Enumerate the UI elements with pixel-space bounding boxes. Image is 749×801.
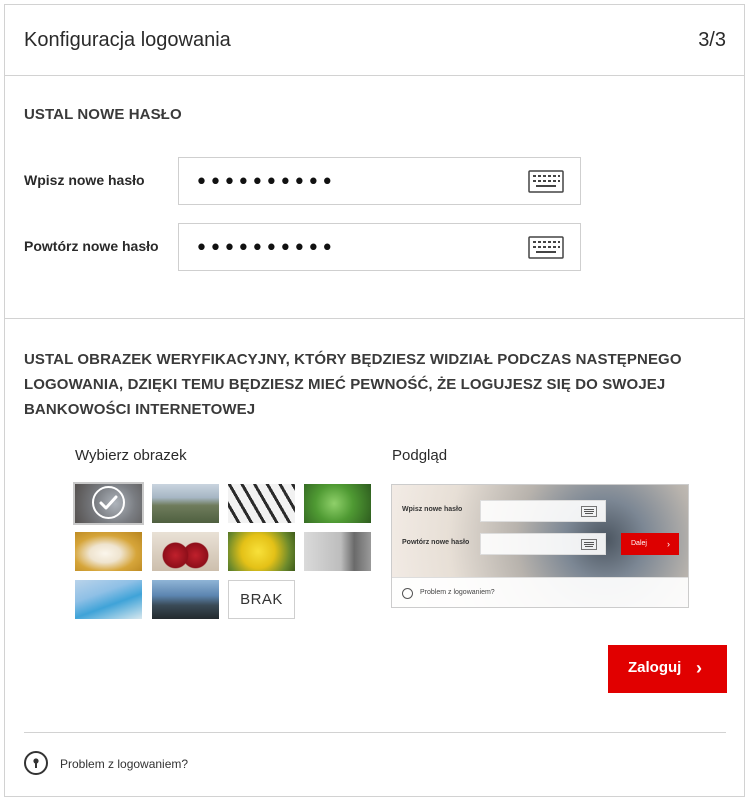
preview-new-password-field: [480, 500, 606, 522]
repeat-password-input[interactable]: [195, 236, 515, 260]
new-password-row: Wpisz nowe hasło: [5, 157, 744, 205]
pick-image-label: Wybierz obrazek: [75, 447, 187, 464]
preview-label: Podgląd: [392, 447, 448, 464]
preview-new-password-label: Wpisz nowe hasło: [402, 506, 463, 513]
repeat-password-field[interactable]: [178, 223, 581, 271]
keyboard-icon[interactable]: [528, 236, 564, 259]
new-password-field[interactable]: [178, 157, 581, 205]
repeat-password-label: Powtórz nowe hasło: [24, 238, 159, 254]
repeat-password-row: Powtórz nowe hasło: [5, 223, 744, 271]
preview-repeat-password-label: Powtórz nowe hasło: [402, 539, 470, 546]
header: Konfiguracja logowania 3/3: [5, 5, 744, 76]
new-password-input[interactable]: [195, 170, 515, 194]
image-option-beach[interactable]: [75, 580, 142, 619]
image-option-coast[interactable]: [152, 580, 219, 619]
new-password-label: Wpisz nowe hasło: [24, 172, 145, 188]
keyboard-icon: [581, 539, 597, 550]
image-option-bicycle[interactable]: [304, 532, 371, 571]
preview-new-password-row: Wpisz nowe hasło: [392, 500, 688, 522]
keyboard-icon[interactable]: [528, 170, 564, 193]
keyhole-icon: [24, 751, 48, 775]
login-button[interactable]: Zaloguj ›: [608, 645, 727, 693]
preview-repeat-password-row: Powtórz nowe hasło Dalej ›: [392, 533, 688, 555]
image-option-mountains[interactable]: [152, 484, 219, 523]
image-option-basil[interactable]: [304, 484, 371, 523]
step-indicator: 3/3: [698, 29, 726, 51]
image-option-bow[interactable]: [75, 532, 142, 571]
image-option-dandelion[interactable]: [73, 482, 144, 525]
preview-footer: Problem z logowaniem?: [392, 577, 688, 607]
divider: [24, 732, 726, 733]
login-button-label: Zaloguj: [628, 659, 682, 676]
password-section: USTAL NOWE HASŁO Wpisz nowe hasło Powtór…: [5, 77, 744, 319]
chevron-right-icon: ›: [667, 539, 670, 549]
page-title: Konfiguracja logowania: [24, 29, 231, 51]
preview-repeat-password-field: [480, 533, 606, 555]
checkmark-icon: [92, 486, 125, 519]
login-preview: Wpisz nowe hasło Powtórz nowe hasło Dale…: [391, 484, 689, 608]
chevron-right-icon: ›: [696, 658, 702, 678]
login-problem-text: Problem z logowaniem?: [60, 757, 189, 771]
image-section-title: USTAL OBRAZEK WERYFIKACYJNY, KTÓRY BĘDZI…: [24, 351, 682, 418]
preview-next-label: Dalej: [631, 540, 647, 547]
password-section-title: USTAL NOWE HASŁO: [24, 106, 182, 123]
keyboard-icon: [581, 506, 597, 517]
preview-help-text: Problem z logowaniem?: [420, 589, 495, 596]
keyhole-icon: [402, 588, 413, 599]
image-option-piano[interactable]: [228, 484, 295, 523]
image-option-cherries[interactable]: [152, 532, 219, 571]
preview-next-button: Dalej ›: [621, 533, 679, 555]
login-config-card: Konfiguracja logowania 3/3 USTAL NOWE HA…: [4, 4, 745, 797]
image-option-sunflower[interactable]: [228, 532, 295, 571]
no-image-option[interactable]: BRAK: [228, 580, 295, 619]
